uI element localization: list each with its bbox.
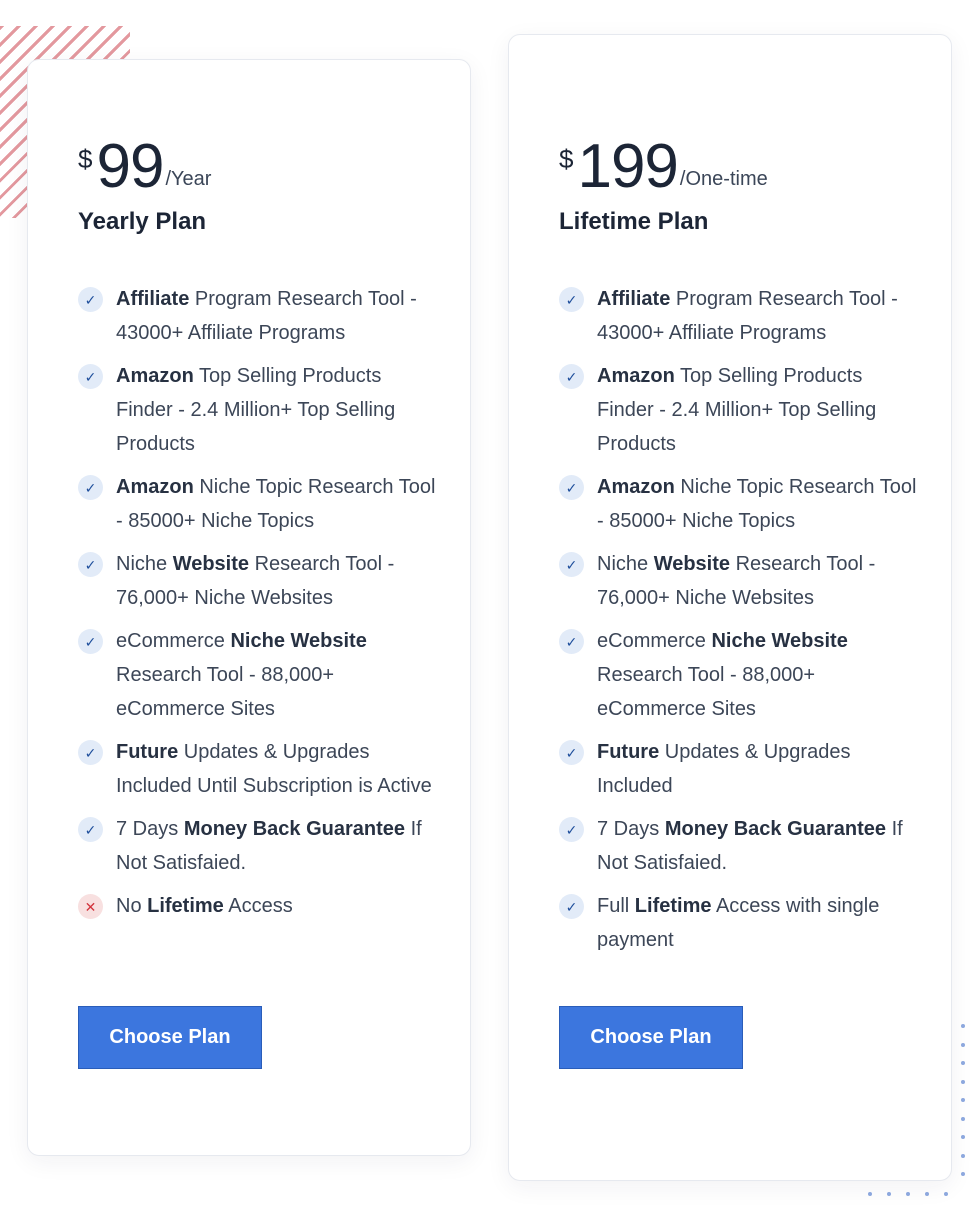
check-icon: ✓ — [559, 629, 584, 654]
feature-item: ✓ Amazon Niche Topic Research Tool - 8500… — [78, 470, 438, 538]
plan-card-lifetime: $ 199 /One-time Lifetime Plan ✓ Affiliate… — [508, 34, 952, 1181]
choose-plan-button[interactable]: Choose Plan — [559, 1006, 743, 1069]
plan-card-yearly: $ 99 /Year Yearly Plan ✓ Affiliate Progra… — [27, 59, 471, 1156]
feature-text: No — [116, 895, 148, 917]
price-amount: 199 — [577, 132, 678, 201]
feature-list: ✓ Affiliate Program Research Tool - 43000… — [559, 282, 919, 966]
feature-text: eCommerce — [116, 630, 231, 652]
feature-item: ✓ Niche Website Research Tool - 76,000+ N… — [78, 547, 438, 615]
feature-highlight: Affiliate — [116, 288, 190, 310]
check-icon: ✓ — [559, 287, 584, 312]
feature-highlight: Money Back Guarantee — [664, 818, 887, 840]
price: $ 99 /Year — [78, 134, 211, 200]
feature-highlight: Amazon — [597, 476, 675, 498]
decorative-dot — [961, 1116, 965, 1121]
choose-plan-button[interactable]: Choose Plan — [78, 1006, 262, 1069]
feature-text: Niche — [116, 553, 173, 575]
check-icon: ✓ — [559, 364, 584, 389]
feature-item: ✓ Amazon Niche Topic Research Tool - 8500… — [559, 470, 919, 538]
decorative-dot — [961, 1135, 965, 1139]
cross-icon: ✕ — [78, 894, 103, 919]
feature-text: 7 Days — [116, 818, 184, 840]
feature-list: ✓ Affiliate Program Research Tool - 43000… — [78, 282, 438, 932]
feature-item: ✓ Amazon Top Selling Products Finder - 2.… — [78, 359, 438, 461]
decorative-dot — [887, 1192, 891, 1196]
price: $ 199 /One-time — [559, 134, 768, 200]
check-icon: ✓ — [559, 740, 584, 765]
decorative-dot — [961, 1079, 965, 1084]
feature-text: Access — [223, 895, 293, 917]
decorative-dot — [961, 1172, 965, 1176]
feature-item: ✓ eCommerce Niche Website Research Tool -… — [559, 624, 919, 726]
feature-highlight: Website — [653, 553, 731, 575]
decorative-dot — [906, 1192, 910, 1196]
feature-text: 7 Days — [597, 818, 665, 840]
check-icon: ✓ — [78, 475, 103, 500]
check-icon: ✓ — [559, 552, 584, 577]
price-currency: $ — [78, 144, 93, 174]
feature-highlight: Future — [597, 741, 660, 763]
price-period: /Year — [165, 168, 212, 190]
check-icon: ✓ — [78, 629, 103, 654]
decorative-dot — [944, 1192, 948, 1196]
plan-title: Yearly Plan — [78, 208, 207, 235]
feature-item: ✓ Affiliate Program Research Tool - 43000… — [559, 282, 919, 350]
feature-highlight: Future — [116, 741, 179, 763]
check-icon: ✓ — [78, 552, 103, 577]
price-period: /One-time — [679, 168, 768, 190]
decorative-dot — [961, 1061, 965, 1065]
feature-highlight: Website — [172, 553, 250, 575]
price-amount: 99 — [96, 132, 164, 201]
feature-item: ✓ 7 Days Money Back Guarantee If Not Sati… — [78, 812, 438, 880]
feature-item: ✓ Future Updates & Upgrades Included — [559, 735, 919, 803]
feature-item: ✓ Amazon Top Selling Products Finder - 2.… — [559, 359, 919, 461]
feature-item: ✓ Full Lifetime Access with single paymen… — [559, 889, 919, 957]
feature-item: ✓ 7 Days Money Back Guarantee If Not Sati… — [559, 812, 919, 880]
feature-item: ✓ eCommerce Niche Website Research Tool -… — [78, 624, 438, 726]
decorative-dot — [925, 1192, 929, 1196]
check-icon: ✓ — [78, 287, 103, 312]
feature-highlight: Money Back Guarantee — [183, 818, 406, 840]
decorative-dot — [961, 1153, 965, 1158]
check-icon: ✓ — [78, 817, 103, 842]
feature-highlight: Amazon — [116, 476, 194, 498]
feature-text: Full — [597, 895, 635, 917]
feature-highlight: Lifetime — [147, 895, 224, 917]
feature-highlight: Affiliate — [597, 288, 671, 310]
decorative-dots — [0, 0, 965, 1196]
check-icon: ✓ — [78, 740, 103, 765]
feature-highlight: Amazon — [597, 365, 675, 387]
decorative-dot — [961, 1042, 965, 1047]
feature-highlight: Amazon — [116, 365, 194, 387]
feature-item: ✓ Niche Website Research Tool - 76,000+ N… — [559, 547, 919, 615]
decorative-dot — [961, 1024, 965, 1028]
check-icon: ✓ — [559, 817, 584, 842]
feature-highlight: Lifetime — [634, 895, 712, 917]
feature-text: Niche — [597, 553, 654, 575]
feature-item: ✕ No Lifetime Access — [78, 889, 438, 923]
decorative-dot — [961, 1098, 965, 1102]
check-icon: ✓ — [559, 894, 584, 919]
feature-text: eCommerce — [597, 630, 712, 652]
check-icon: ✓ — [559, 475, 584, 500]
feature-item: ✓ Affiliate Program Research Tool - 43000… — [78, 282, 438, 350]
feature-text: Research Tool - 88,000+ eCommerce Sites — [116, 664, 335, 720]
price-currency: $ — [559, 144, 574, 174]
plan-title: Lifetime Plan — [559, 208, 709, 235]
feature-highlight: Niche Website — [230, 630, 367, 652]
decorative-dot — [868, 1192, 872, 1196]
feature-text: Research Tool - 88,000+ eCommerce Sites — [597, 664, 816, 720]
feature-highlight: Niche Website — [711, 630, 848, 652]
feature-item: ✓ Future Updates & Upgrades Included Unti… — [78, 735, 438, 803]
check-icon: ✓ — [78, 364, 103, 389]
